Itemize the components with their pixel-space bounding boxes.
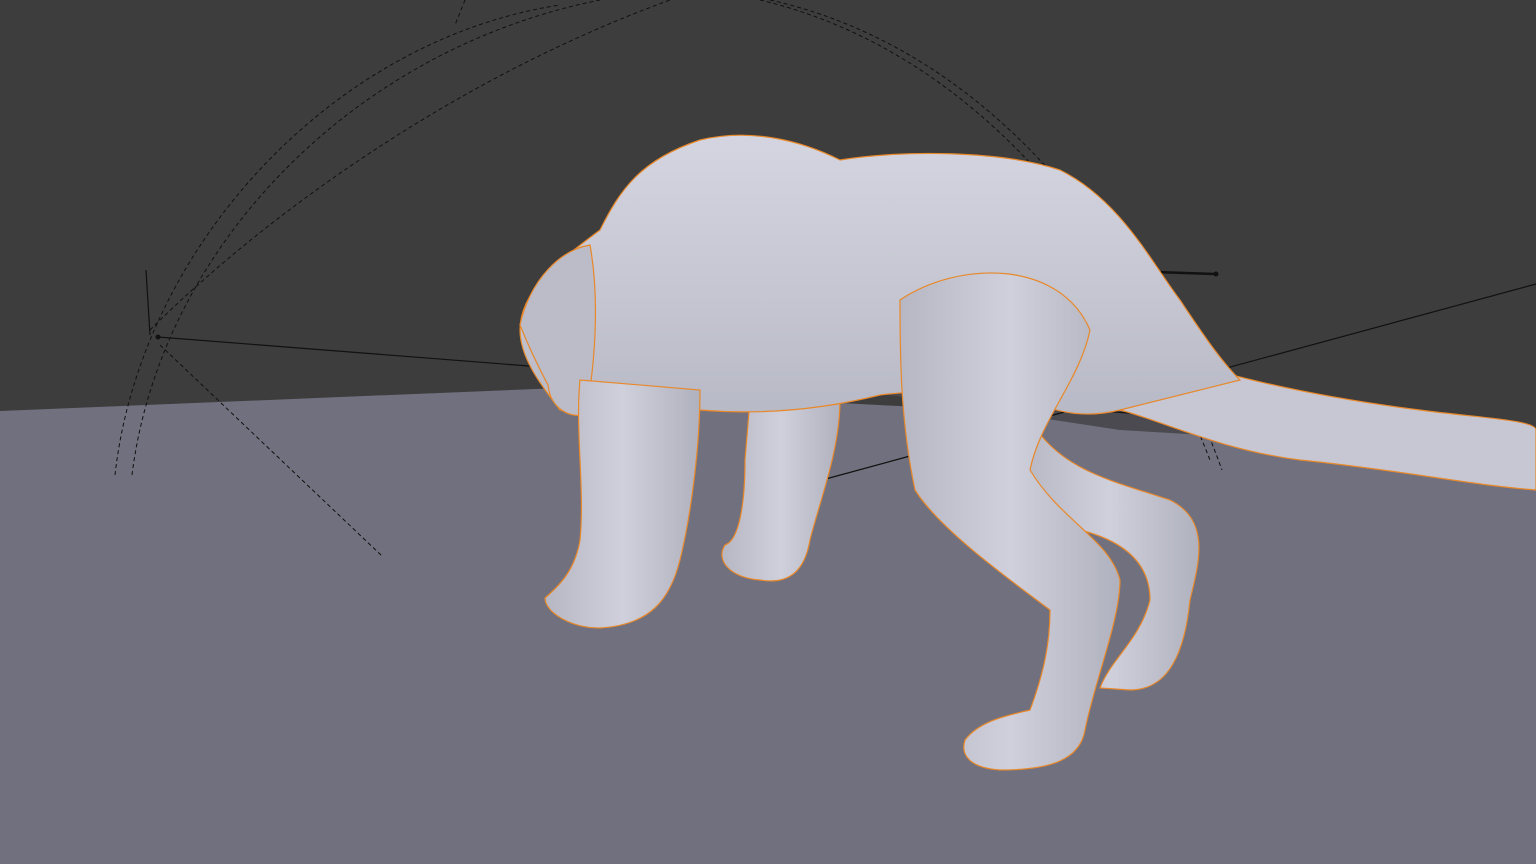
3d-viewport[interactable]: [0, 0, 1536, 864]
viewport-canvas[interactable]: [0, 0, 1536, 864]
lamp-origin-icon[interactable]: [155, 334, 161, 340]
lamp-target-icon[interactable]: [1213, 271, 1219, 277]
